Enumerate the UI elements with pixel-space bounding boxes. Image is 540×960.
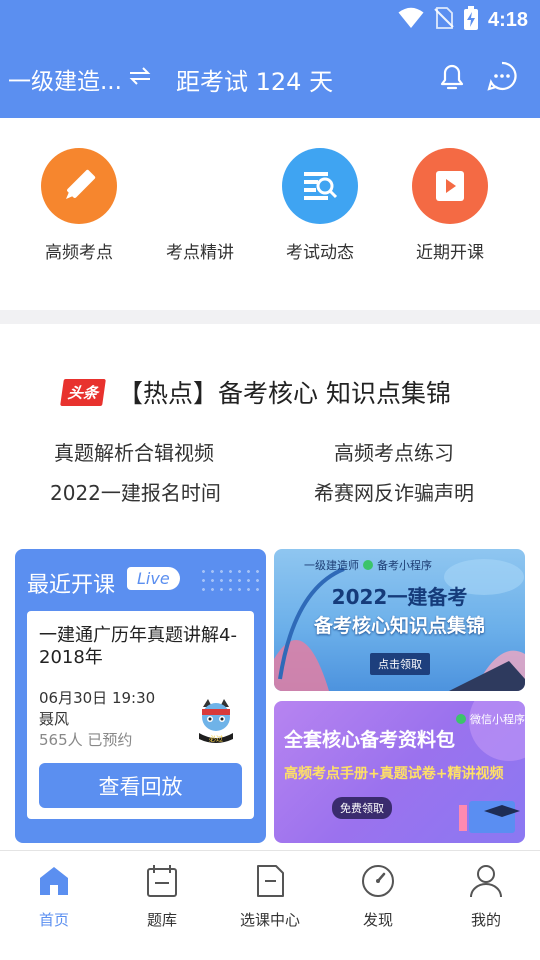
user-icon [468, 865, 504, 903]
exam-name: 一级建造... [8, 69, 122, 95]
live-badge: Live [127, 567, 180, 590]
banner2-title: 全套核心备考资料包 [284, 729, 456, 751]
tab-question-bank[interactable]: 题库 [108, 863, 216, 930]
tab-course-center[interactable]: 选课中心 [216, 863, 324, 930]
wifi-icon [398, 7, 424, 33]
status-bar: 4:18 [0, 0, 540, 36]
course-item[interactable]: 一建通广历年真题讲解4-2018年 06月30日 19:30 聂风 565人 已… [27, 611, 254, 819]
banner2-button[interactable]: 免费领取 [332, 797, 392, 819]
hot-link[interactable]: 希赛网反诈骗声明 [314, 477, 474, 506]
banner2-mini-program: 微信小程序 [470, 713, 525, 726]
course-teacher: 聂风 [39, 710, 70, 728]
hot-headline[interactable]: 头条 【热点】备考核心 知识点集锦 [60, 374, 451, 410]
entry-exam-news[interactable]: 考试动态 [260, 148, 380, 263]
banner1-top-label: 一级建造师 [304, 559, 359, 572]
tab-discover[interactable]: 发现 [324, 863, 432, 930]
tab-profile[interactable]: 我的 [432, 863, 540, 930]
banner1-button[interactable]: 点击领取 [370, 653, 430, 675]
calendar-icon [144, 865, 180, 903]
switch-arrows-icon [128, 66, 152, 92]
section-divider [0, 310, 540, 324]
news-search-icon [282, 148, 358, 224]
dot-pattern [199, 567, 259, 595]
hot-news: 头条 【热点】备考核心 知识点集锦 真题解析合辑视频 高频考点练习 2022一建… [0, 324, 540, 540]
hot-link[interactable]: 高频考点练习 [334, 437, 454, 466]
teacher-avatar: 必过 [192, 696, 240, 744]
quick-entries: 高频考点 考点精讲 考试动态 近期开课 [0, 118, 540, 310]
exam-switcher[interactable]: 一级建造... [8, 62, 152, 96]
bell-icon[interactable] [436, 60, 468, 96]
document-icon [252, 865, 288, 903]
banner-resource-pack[interactable]: 微信小程序 全套核心备考资料包 高频考点手册+真题试卷+精讲视频 免费领取 [274, 701, 525, 843]
entry-lecture[interactable]: 考点精讲 [140, 148, 260, 263]
app-header: 一级建造... 距考试 124 天 [0, 36, 540, 118]
pencil-icon [41, 148, 117, 224]
course-date: 06月30日 19:30 [39, 689, 156, 707]
wechat-icon [456, 714, 466, 724]
tab-home[interactable]: 首页 [0, 863, 108, 930]
course-title: 一建通广历年真题讲解4-2018年 [39, 625, 237, 668]
status-time: 4:18 [487, 8, 528, 31]
reserved-count: 565人 已预约 [39, 731, 133, 749]
home-icon [36, 867, 72, 903]
bottom-tab-bar: 首页 题库 选课中心 发现 我的 [0, 850, 540, 960]
headline-tag: 头条 [60, 378, 106, 406]
banner-core-knowledge[interactable]: 一级建造师 备考小程序 2022一建备考 备考核心知识点集锦 点击领取 [274, 549, 525, 691]
mini-program-icon [363, 560, 373, 570]
hot-link[interactable]: 2022一建报名时间 [50, 477, 221, 506]
banner2-subtitle: 高频考点手册+真题试卷+精讲视频 [284, 766, 504, 782]
view-replay-button[interactable]: 查看回放 [39, 763, 242, 808]
svg-text:必过: 必过 [209, 734, 223, 743]
battery-charging-icon [463, 6, 478, 34]
exam-countdown: 距考试 124 天 [176, 68, 334, 96]
banner1-line2: 备考核心知识点集锦 [313, 615, 485, 637]
banner1-mini-program: 备考小程序 [377, 559, 432, 572]
compass-icon [360, 865, 396, 903]
recent-courses-title: 最近开课 [27, 573, 116, 598]
chat-icon[interactable] [486, 60, 518, 96]
video-play-icon [412, 148, 488, 224]
banner1-line1: 2022一建备考 [331, 585, 468, 609]
recent-courses-card: 最近开课 Live 一建通广历年真题讲解4-2018年 06月30日 19:30… [15, 549, 266, 843]
no-sim-icon [434, 7, 454, 33]
entry-high-frequency[interactable]: 高频考点 [19, 148, 139, 263]
entry-recent-courses[interactable]: 近期开课 [390, 148, 510, 263]
headline-text: 【热点】备考核心 知识点集锦 [118, 379, 451, 408]
hot-link[interactable]: 真题解析合辑视频 [54, 437, 214, 466]
